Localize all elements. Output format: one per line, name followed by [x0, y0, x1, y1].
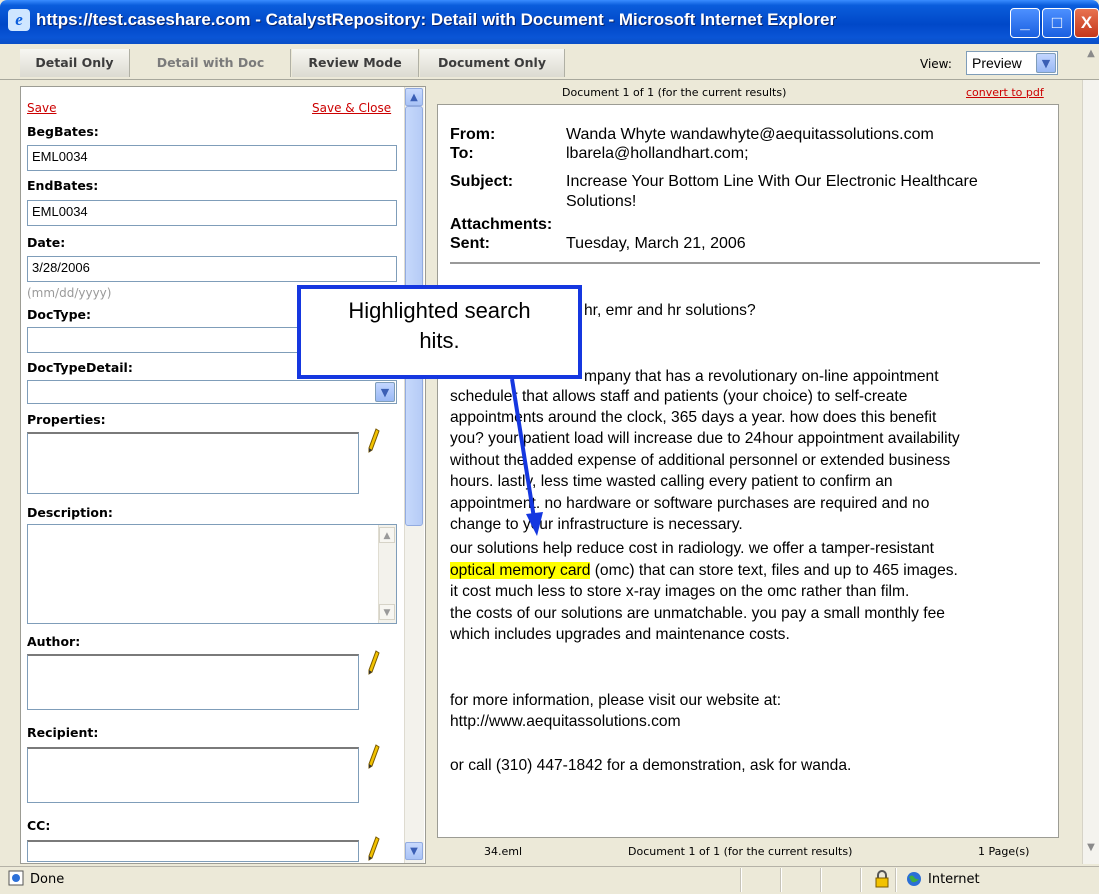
page-done-icon	[8, 870, 24, 886]
lock-icon	[875, 870, 889, 888]
callout-line: Highlighted search	[348, 298, 531, 323]
status-divider	[780, 868, 782, 892]
status-divider	[820, 868, 822, 892]
status-divider	[740, 868, 742, 892]
security-zone: Internet	[928, 872, 980, 887]
callout-arrow	[510, 378, 543, 536]
status-divider	[860, 868, 862, 892]
globe-icon	[907, 872, 921, 886]
callout-line: hits.	[419, 328, 460, 353]
status-text: Done	[30, 872, 65, 887]
callout-text: Highlighted search hits.	[301, 296, 578, 356]
status-divider	[895, 868, 897, 892]
